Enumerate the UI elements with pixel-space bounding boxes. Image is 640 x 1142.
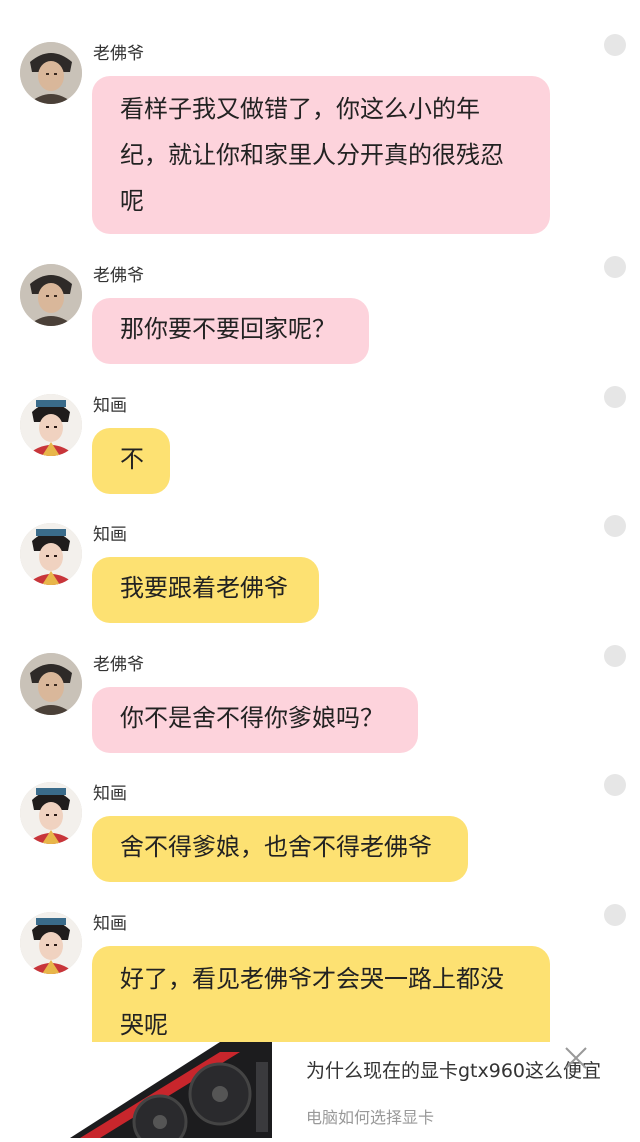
- message-text-line: 舍不得爹娘，也舍不得老佛爷: [120, 833, 432, 861]
- message-status-dot: [604, 645, 626, 667]
- sender-name: 老佛爷: [93, 44, 144, 64]
- message-text-line: 纪，就让你和家里人分开真的很残忍: [120, 141, 504, 169]
- message-text-line: 好了，看见老佛爷才会哭一路上都没: [120, 965, 504, 993]
- avatar-lao-foye[interactable]: [20, 42, 82, 104]
- close-icon[interactable]: [562, 1044, 590, 1072]
- graphics-card-image[interactable]: [70, 1042, 272, 1142]
- message-text-line: 不: [120, 445, 144, 473]
- message-text-line: 看样子我又做错了，你这么小的年: [120, 95, 480, 123]
- message-text-line: 你不是舍不得你爹娘吗？: [120, 704, 384, 732]
- avatar-lao-foye[interactable]: [20, 653, 82, 715]
- avatar-zhi-hua[interactable]: [20, 394, 82, 456]
- message-status-dot: [604, 515, 626, 537]
- ad-banner[interactable]: 为什么现在的显卡gtx960这么便宜 电脑如何选择显卡: [0, 1042, 640, 1142]
- sender-name: 知画: [93, 525, 127, 545]
- message-text-line: 我要跟着老佛爷: [120, 574, 288, 602]
- message-bubble[interactable]: 那你要不要回家呢？: [92, 298, 369, 364]
- message-status-dot: [604, 774, 626, 796]
- avatar-zhi-hua[interactable]: [20, 782, 82, 844]
- sender-name: 知画: [93, 396, 127, 416]
- message-status-dot: [604, 904, 626, 926]
- message-bubble[interactable]: 舍不得爹娘，也舍不得老佛爷: [92, 816, 468, 882]
- message-status-dot: [604, 256, 626, 278]
- avatar-lao-foye[interactable]: [20, 264, 82, 326]
- message-bubble[interactable]: 你不是舍不得你爹娘吗？: [92, 687, 418, 753]
- message-text-line: 呢: [120, 187, 144, 215]
- ad-title[interactable]: 为什么现在的显卡gtx960这么便宜: [306, 1056, 601, 1083]
- sender-name: 老佛爷: [93, 655, 144, 675]
- ad-subtitle[interactable]: 电脑如何选择显卡: [306, 1104, 434, 1128]
- message-status-dot: [604, 34, 626, 56]
- sender-name: 知画: [93, 784, 127, 804]
- sender-name: 知画: [93, 914, 127, 934]
- avatar-zhi-hua[interactable]: [20, 523, 82, 585]
- message-bubble[interactable]: 看样子我又做错了，你这么小的年 纪，就让你和家里人分开真的很残忍 呢: [92, 76, 550, 234]
- message-bubble[interactable]: 我要跟着老佛爷: [92, 557, 319, 623]
- message-bubble[interactable]: 不: [92, 428, 170, 494]
- message-text-line: 那你要不要回家呢？: [120, 315, 336, 343]
- message-status-dot: [604, 386, 626, 408]
- sender-name: 老佛爷: [93, 266, 144, 286]
- avatar-zhi-hua[interactable]: [20, 912, 82, 974]
